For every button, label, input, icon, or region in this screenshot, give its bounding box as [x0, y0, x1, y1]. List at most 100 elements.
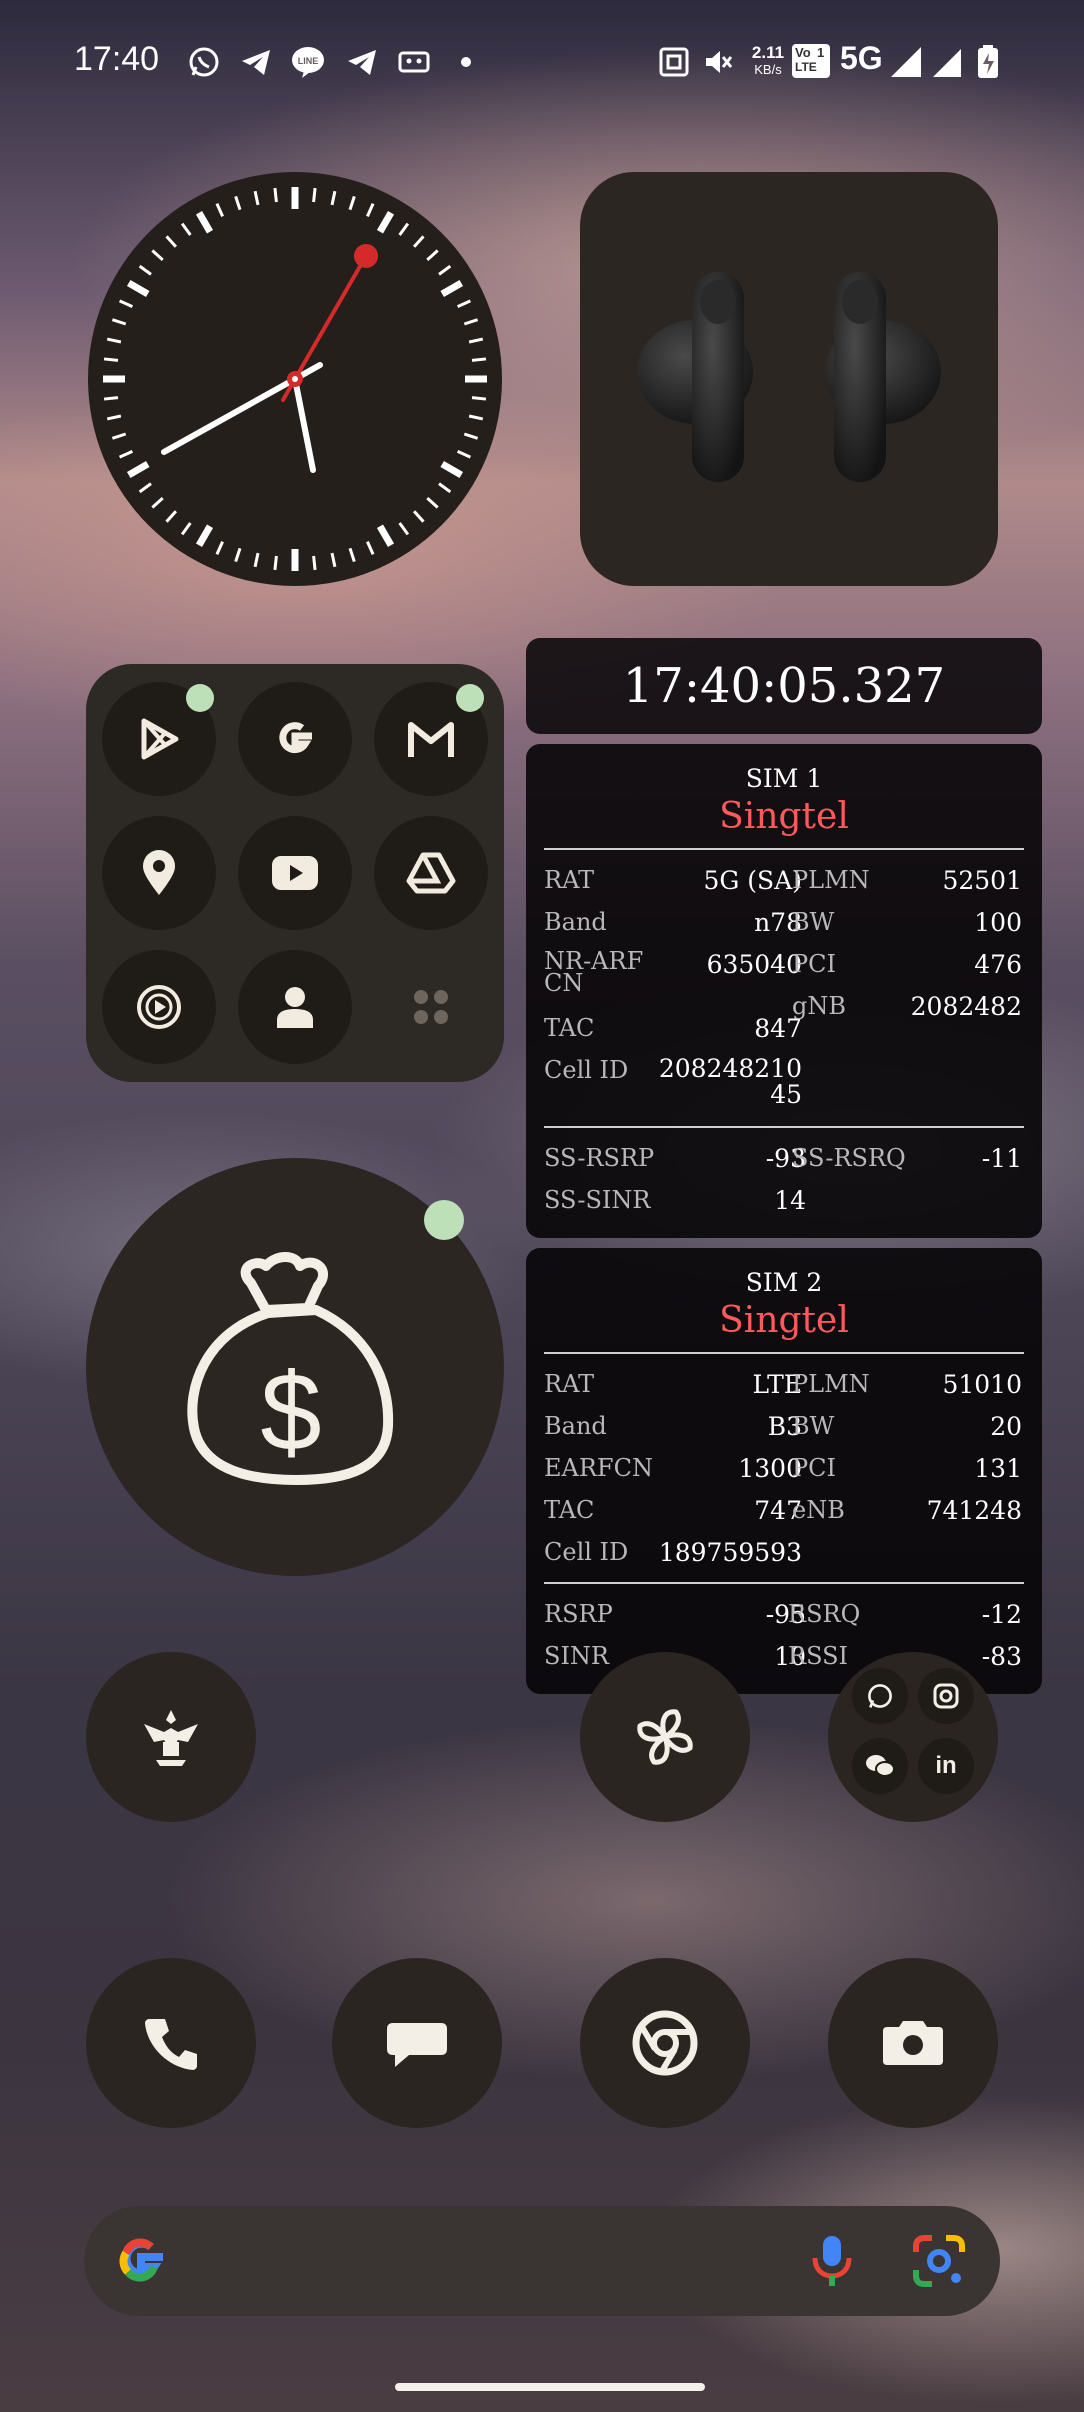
battery-charging-icon [970, 44, 1006, 80]
telegram-icon [238, 44, 274, 80]
google-search-bar[interactable] [84, 2206, 1000, 2316]
phone-app[interactable] [86, 1958, 256, 2128]
svg-text:LINE: LINE [298, 56, 319, 66]
minute-tick [273, 555, 278, 571]
chrome-app[interactable] [580, 1958, 750, 2128]
sim2-cellid-value: 189759593 [658, 1538, 802, 1567]
sim1-rsrq-value: -11 [981, 1144, 1022, 1173]
divider [544, 1352, 1024, 1354]
sim2-rssi-label: RSSI [788, 1642, 849, 1670]
app-grid-widget [86, 664, 504, 1082]
whatsapp-icon [186, 44, 222, 80]
mute-icon [700, 44, 736, 80]
contacts-app[interactable] [238, 950, 352, 1064]
sim2-operator: Singtel [719, 1300, 849, 1341]
analog-clock-widget[interactable] [88, 172, 502, 586]
gmail-icon [408, 722, 454, 757]
divider [544, 1582, 1024, 1584]
sim1-rsrp-value: -93 [765, 1144, 806, 1173]
instagram-icon [918, 1668, 974, 1724]
notification-dot [424, 1200, 464, 1240]
sim1-pci-label: PCI [792, 950, 836, 978]
sim1-sinr-value: 14 [774, 1186, 806, 1215]
sim1-arfcn-value: 635040 [706, 950, 802, 979]
sim2-band-label: Band [544, 1412, 607, 1440]
sim2-sinr-label: SINR [544, 1642, 609, 1670]
digital-clock: 17:40:05.327 [526, 638, 1042, 734]
divider [544, 1126, 1024, 1128]
lens-icon[interactable] [910, 2232, 968, 2290]
sim1-gnb-value: 2082482 [910, 992, 1022, 1021]
sim2-pci-label: PCI [792, 1454, 836, 1482]
camera-app[interactable] [828, 1958, 998, 2128]
sim1-sinr-label: SS-SINR [544, 1186, 651, 1214]
sim1-rsrp-label: SS-RSRP [544, 1144, 655, 1172]
sim1-cellid-value: 208248210 45 [658, 1054, 802, 1109]
sim1-band-value: n78 [754, 908, 802, 937]
pinwheel-app[interactable] [580, 1652, 750, 1822]
sim1-operator: Singtel [719, 796, 849, 837]
sim1-rsrq-label: SS-RSRQ [792, 1144, 906, 1172]
more-apps-icon [414, 990, 448, 1024]
sim1-gnb-label: gNB [792, 992, 846, 1020]
camera-icon [883, 2021, 943, 2065]
sim2-bw-label: BW [792, 1412, 835, 1440]
minute-tick [103, 396, 119, 401]
sim2-enb-label: eNB [792, 1496, 845, 1524]
sim1-arfcn-label: NR-ARF CN [544, 947, 644, 997]
phone-icon [145, 2019, 197, 2070]
sim1-rat-label: RAT [544, 866, 595, 894]
sim2-info-card: SIM 2 Singtel RAT LTE Band B3 EARFCN 130… [526, 1248, 1042, 1694]
linkedin-icon: in [918, 1738, 974, 1794]
maps-app[interactable] [102, 816, 216, 930]
sim2-bw-value: 20 [990, 1412, 1022, 1441]
youtube-music-app[interactable] [102, 950, 216, 1064]
mic-icon[interactable] [804, 2232, 860, 2290]
sim2-rsrq-label: RSRQ [788, 1600, 861, 1628]
sim2-enb-value: 741248 [926, 1496, 1022, 1525]
minute-tick [312, 187, 317, 203]
drive-app[interactable] [374, 816, 488, 930]
minute-tick [312, 555, 317, 571]
volte-badge: Vo LTE 1 [792, 44, 830, 78]
messages-app[interactable] [332, 1958, 502, 2128]
sim1-tac-label: TAC [544, 1014, 595, 1042]
minute-tick [471, 396, 487, 401]
google-logo-icon [110, 2230, 172, 2292]
signal-icon [888, 44, 924, 80]
play-store-icon [141, 718, 179, 760]
minute-tick [471, 357, 487, 362]
social-folder[interactable]: in [828, 1652, 998, 1822]
sim1-rat-value: 5G (SA) [703, 866, 802, 895]
cassette-icon [396, 44, 432, 80]
youtube-app[interactable] [238, 816, 352, 930]
divider [544, 848, 1024, 850]
youtube-music-icon [137, 985, 181, 1029]
youtube-icon [272, 856, 318, 890]
sim2-rsrp-label: RSRP [544, 1600, 613, 1628]
sim2-cellid-label: Cell ID [544, 1538, 629, 1566]
sim2-tac-label: TAC [544, 1496, 595, 1524]
sim2-rsrq-value: -12 [981, 1600, 1022, 1629]
roaming-mark: R [954, 66, 962, 78]
garuda-app[interactable] [86, 1652, 256, 1822]
dot-icon [448, 44, 484, 80]
gesture-nav-handle[interactable] [395, 2383, 705, 2391]
sim2-plmn-value: 51010 [942, 1370, 1022, 1399]
status-bar: 17:40 LINE 2.11 KB/s Vo LTE 1 5G R [0, 0, 1084, 120]
more-apps-button[interactable] [374, 950, 488, 1064]
sim1-cellid-label: Cell ID [544, 1056, 629, 1084]
svg-text:$: $ [260, 1351, 321, 1474]
google-app[interactable] [238, 682, 352, 796]
earbuds-icon [637, 272, 941, 482]
sim1-bw-value: 100 [974, 908, 1022, 937]
status-time: 17:40 [74, 40, 160, 78]
sim1-info-card: SIM 1 Singtel RAT 5G (SA) Band n78 NR-AR… [526, 744, 1042, 1238]
sim2-tac-value: 747 [754, 1496, 802, 1525]
notification-dot [456, 684, 484, 712]
pinwheel-icon [637, 1709, 693, 1765]
earbuds-widget[interactable] [580, 172, 998, 586]
messages-icon [387, 2023, 447, 2067]
sim1-plmn-label: PLMN [792, 866, 870, 894]
minute-tick [273, 187, 278, 203]
